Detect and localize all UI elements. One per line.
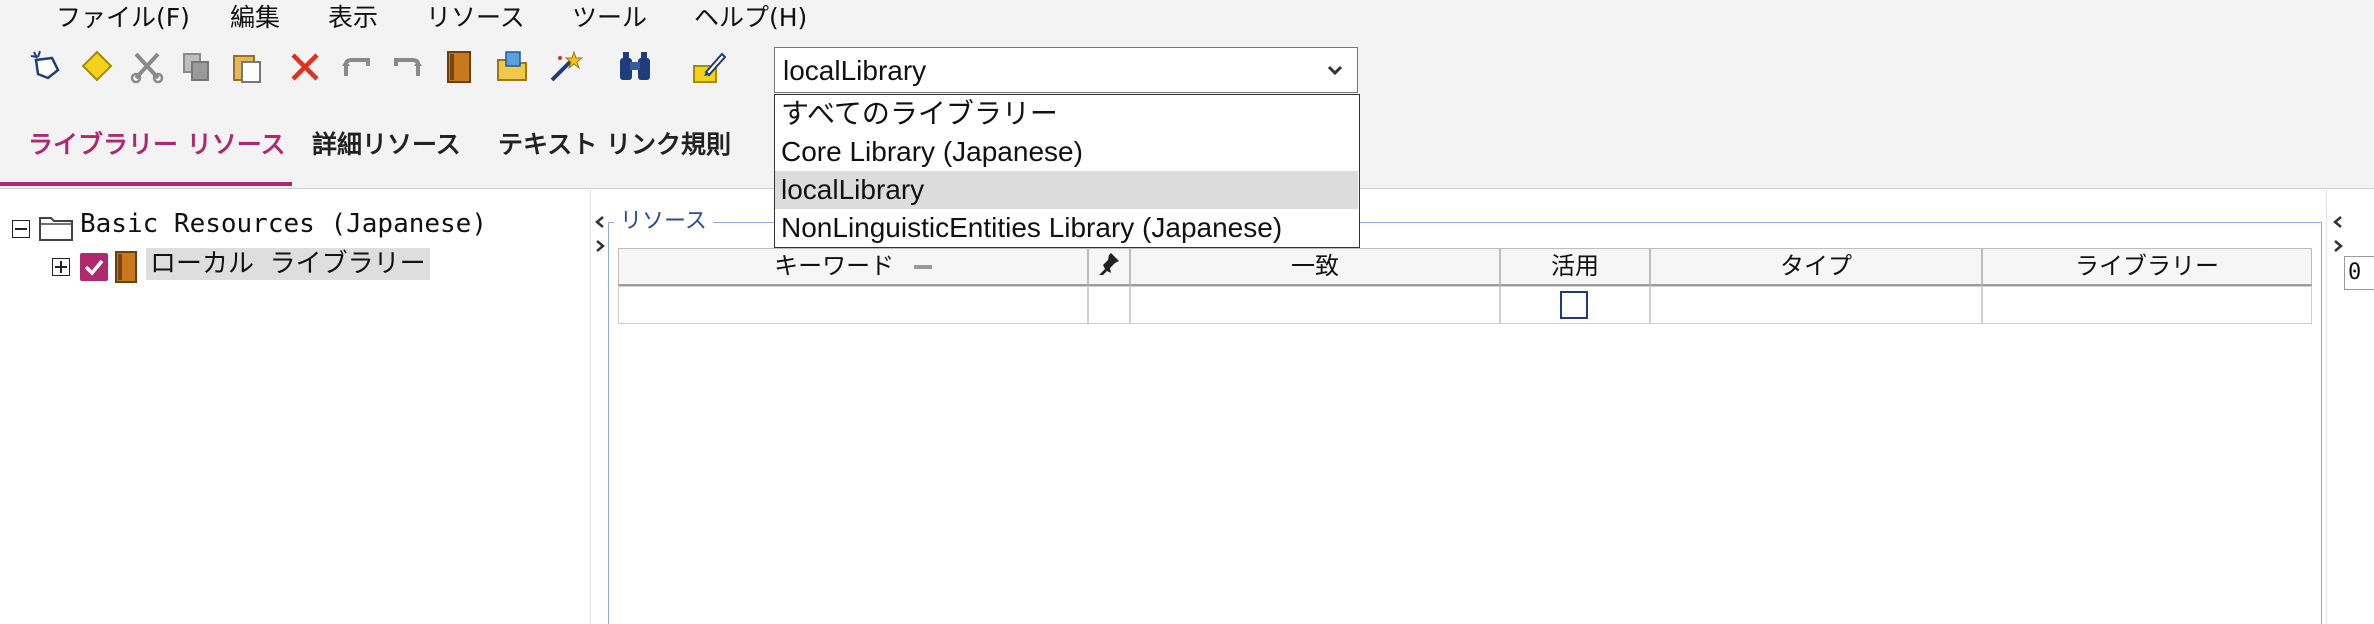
library-tree: Basic Resources (Japanese) ローカル ライブラリー bbox=[0, 190, 590, 624]
panel-splitter[interactable] bbox=[590, 190, 609, 624]
tab-library-resources[interactable]: ライブラリー リソース bbox=[28, 128, 285, 162]
column-inflection[interactable]: 活用 bbox=[1500, 248, 1650, 286]
resource-group-legend: リソース bbox=[614, 208, 713, 236]
dropdown-option-core-library[interactable]: Core Library (Japanese) bbox=[775, 133, 1358, 171]
library-checkbox[interactable] bbox=[80, 253, 108, 281]
binoculars-icon[interactable] bbox=[616, 48, 654, 86]
collapse-icon[interactable] bbox=[12, 220, 30, 238]
menu-view[interactable]: 表示 bbox=[328, 2, 378, 34]
cell-type[interactable] bbox=[1650, 286, 1982, 324]
edit-icon[interactable] bbox=[690, 48, 728, 86]
new-icon[interactable] bbox=[28, 48, 66, 86]
tree-local-library-label[interactable]: ローカル ライブラリー bbox=[146, 248, 430, 280]
column-keyword[interactable]: キーワード bbox=[618, 248, 1088, 286]
resource-table: キーワード 一致 活用 タイプ ライブラリー bbox=[618, 248, 2312, 326]
tree-root-label[interactable]: Basic Resources (Japanese) bbox=[80, 208, 487, 240]
column-library-label: ライブラリー bbox=[2075, 252, 2219, 280]
column-keyword-label: キーワード bbox=[774, 252, 895, 280]
column-type[interactable]: タイプ bbox=[1650, 248, 1982, 286]
menu-help[interactable]: ヘルプ(H) bbox=[694, 2, 807, 34]
column-library[interactable]: ライブラリー bbox=[1982, 248, 2312, 286]
cut-icon[interactable] bbox=[128, 48, 166, 86]
column-match-label: 一致 bbox=[1291, 252, 1339, 280]
cell-inflection[interactable] bbox=[1500, 286, 1650, 324]
delete-icon[interactable] bbox=[286, 48, 324, 86]
magic-wand-icon[interactable] bbox=[546, 48, 584, 86]
chevron-left-icon[interactable] bbox=[2331, 214, 2345, 228]
expand-icon[interactable] bbox=[52, 258, 70, 276]
cell-keyword[interactable] bbox=[618, 286, 1088, 324]
menu-resource[interactable]: リソース bbox=[426, 2, 525, 34]
redo-icon[interactable] bbox=[388, 48, 426, 86]
menu-edit[interactable]: 編集 bbox=[230, 2, 280, 34]
folder-icon bbox=[38, 212, 74, 242]
dropdown-option-all-libraries[interactable]: すべてのライブラリー bbox=[775, 95, 1358, 133]
menu-file[interactable]: ファイル(F) bbox=[56, 2, 190, 34]
menu-tools[interactable]: ツール bbox=[572, 2, 647, 34]
chevron-right-icon[interactable] bbox=[2331, 238, 2345, 252]
chevron-left-icon[interactable] bbox=[593, 214, 607, 228]
column-inflection-label: 活用 bbox=[1551, 252, 1599, 280]
column-type-label: タイプ bbox=[1780, 252, 1852, 280]
cell-pin[interactable] bbox=[1088, 286, 1130, 324]
inflection-checkbox[interactable] bbox=[1560, 291, 1588, 319]
cell-match[interactable] bbox=[1130, 286, 1500, 324]
diamond-icon[interactable] bbox=[78, 48, 116, 86]
dropdown-option-nonlinguistic-library[interactable]: NonLinguisticEntities Library (Japanese) bbox=[775, 209, 1358, 247]
cell-library[interactable] bbox=[1982, 286, 2312, 324]
menu-bar: ファイル(F) 編集 表示 リソース ツール ヘルプ(H) bbox=[0, 0, 2374, 36]
dropdown-option-local-library[interactable]: localLibrary bbox=[775, 171, 1358, 209]
tab-text-link-rules[interactable]: テキスト リンク規則 bbox=[498, 128, 731, 162]
active-tab-indicator bbox=[0, 182, 292, 186]
library-dropdown-list: すべてのライブラリー Core Library (Japanese) local… bbox=[774, 94, 1360, 248]
column-pin[interactable] bbox=[1088, 248, 1130, 286]
chevron-right-icon[interactable] bbox=[593, 238, 607, 252]
paste-icon[interactable] bbox=[228, 48, 266, 86]
book-icon[interactable] bbox=[440, 48, 478, 86]
undo-icon[interactable] bbox=[338, 48, 376, 86]
chevron-down-icon[interactable] bbox=[1323, 58, 1347, 82]
library-combo-value: localLibrary bbox=[783, 55, 927, 86]
library-combo[interactable]: localLibrary bbox=[774, 47, 1358, 93]
tab-detail-resources[interactable]: 詳細リソース bbox=[312, 128, 461, 162]
sort-icon bbox=[913, 265, 932, 269]
copy-icon[interactable] bbox=[178, 48, 216, 86]
pin-icon bbox=[1097, 250, 1121, 284]
right-value-field[interactable]: 0 bbox=[2344, 256, 2374, 290]
open-folder-icon[interactable] bbox=[494, 48, 532, 86]
column-match[interactable]: 一致 bbox=[1130, 248, 1500, 286]
book-icon bbox=[112, 250, 140, 284]
